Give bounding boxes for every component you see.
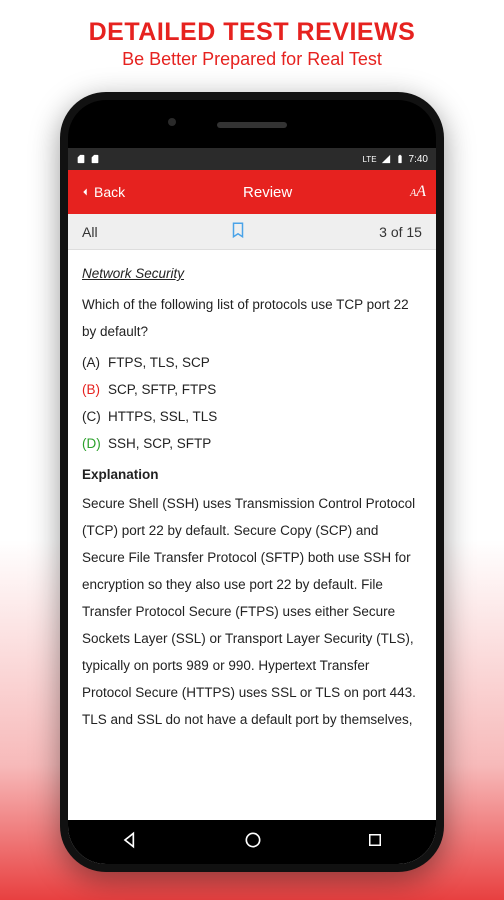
promo-subtitle: Be Better Prepared for Real Test xyxy=(122,49,382,70)
signal-icon xyxy=(381,154,391,164)
circle-home-icon xyxy=(243,830,263,850)
screen: LTE 7:40 Back Review AA All xyxy=(68,148,436,864)
android-nav-bar xyxy=(68,820,436,864)
answer-option: (A)FTPS, TLS, SCP xyxy=(82,349,422,376)
option-letter: (C) xyxy=(82,403,108,430)
answer-option: (B)SCP, SFTP, FTPS xyxy=(82,376,422,403)
page-title: Review xyxy=(243,184,292,201)
option-text: SSH, SCP, SFTP xyxy=(108,436,211,451)
clock: 7:40 xyxy=(409,154,428,165)
explanation-text: Secure Shell (SSH) uses Transmission Con… xyxy=(82,490,422,733)
phone-frame: LTE 7:40 Back Review AA All xyxy=(60,92,444,872)
answer-option: (C)HTTPS, SSL, TLS xyxy=(82,403,422,430)
option-text: FTPS, TLS, SCP xyxy=(108,355,210,370)
filter-bar: All 3 of 15 xyxy=(68,214,436,250)
answer-option: (D)SSH, SCP, SFTP xyxy=(82,430,422,457)
bookmark-button[interactable] xyxy=(229,219,247,244)
font-icon-large: A xyxy=(416,183,426,201)
chevron-left-icon xyxy=(78,185,92,199)
option-letter: (A) xyxy=(82,349,108,376)
question-counter: 3 of 15 xyxy=(379,224,422,240)
phone-camera xyxy=(168,118,176,126)
status-bar: LTE 7:40 xyxy=(68,148,436,170)
option-letter: (B) xyxy=(82,376,108,403)
sd-card-icon xyxy=(76,154,86,164)
sim-icon xyxy=(90,154,100,164)
battery-icon xyxy=(395,154,405,164)
app-bar: Back Review AA xyxy=(68,170,436,214)
square-recent-icon xyxy=(366,831,384,849)
font-size-button[interactable]: AA xyxy=(410,183,426,201)
triangle-back-icon xyxy=(120,830,140,850)
question-text: Which of the following list of protocols… xyxy=(82,291,422,345)
option-text: HTTPS, SSL, TLS xyxy=(108,409,217,424)
network-label: LTE xyxy=(362,155,376,164)
review-content: Network Security Which of the following … xyxy=(68,250,436,820)
option-text: SCP, SFTP, FTPS xyxy=(108,382,216,397)
nav-home-button[interactable] xyxy=(243,830,263,855)
back-label: Back xyxy=(94,184,125,200)
bookmark-icon xyxy=(229,219,247,241)
option-letter: (D) xyxy=(82,430,108,457)
nav-recent-button[interactable] xyxy=(366,831,384,854)
phone-speaker xyxy=(217,122,287,128)
nav-back-button[interactable] xyxy=(120,830,140,855)
promo-title: DETAILED TEST REVIEWS xyxy=(89,18,416,47)
category-label: Network Security xyxy=(82,260,422,287)
explanation-heading: Explanation xyxy=(82,461,422,488)
filter-all[interactable]: All xyxy=(82,224,98,240)
back-button[interactable]: Back xyxy=(78,184,125,200)
